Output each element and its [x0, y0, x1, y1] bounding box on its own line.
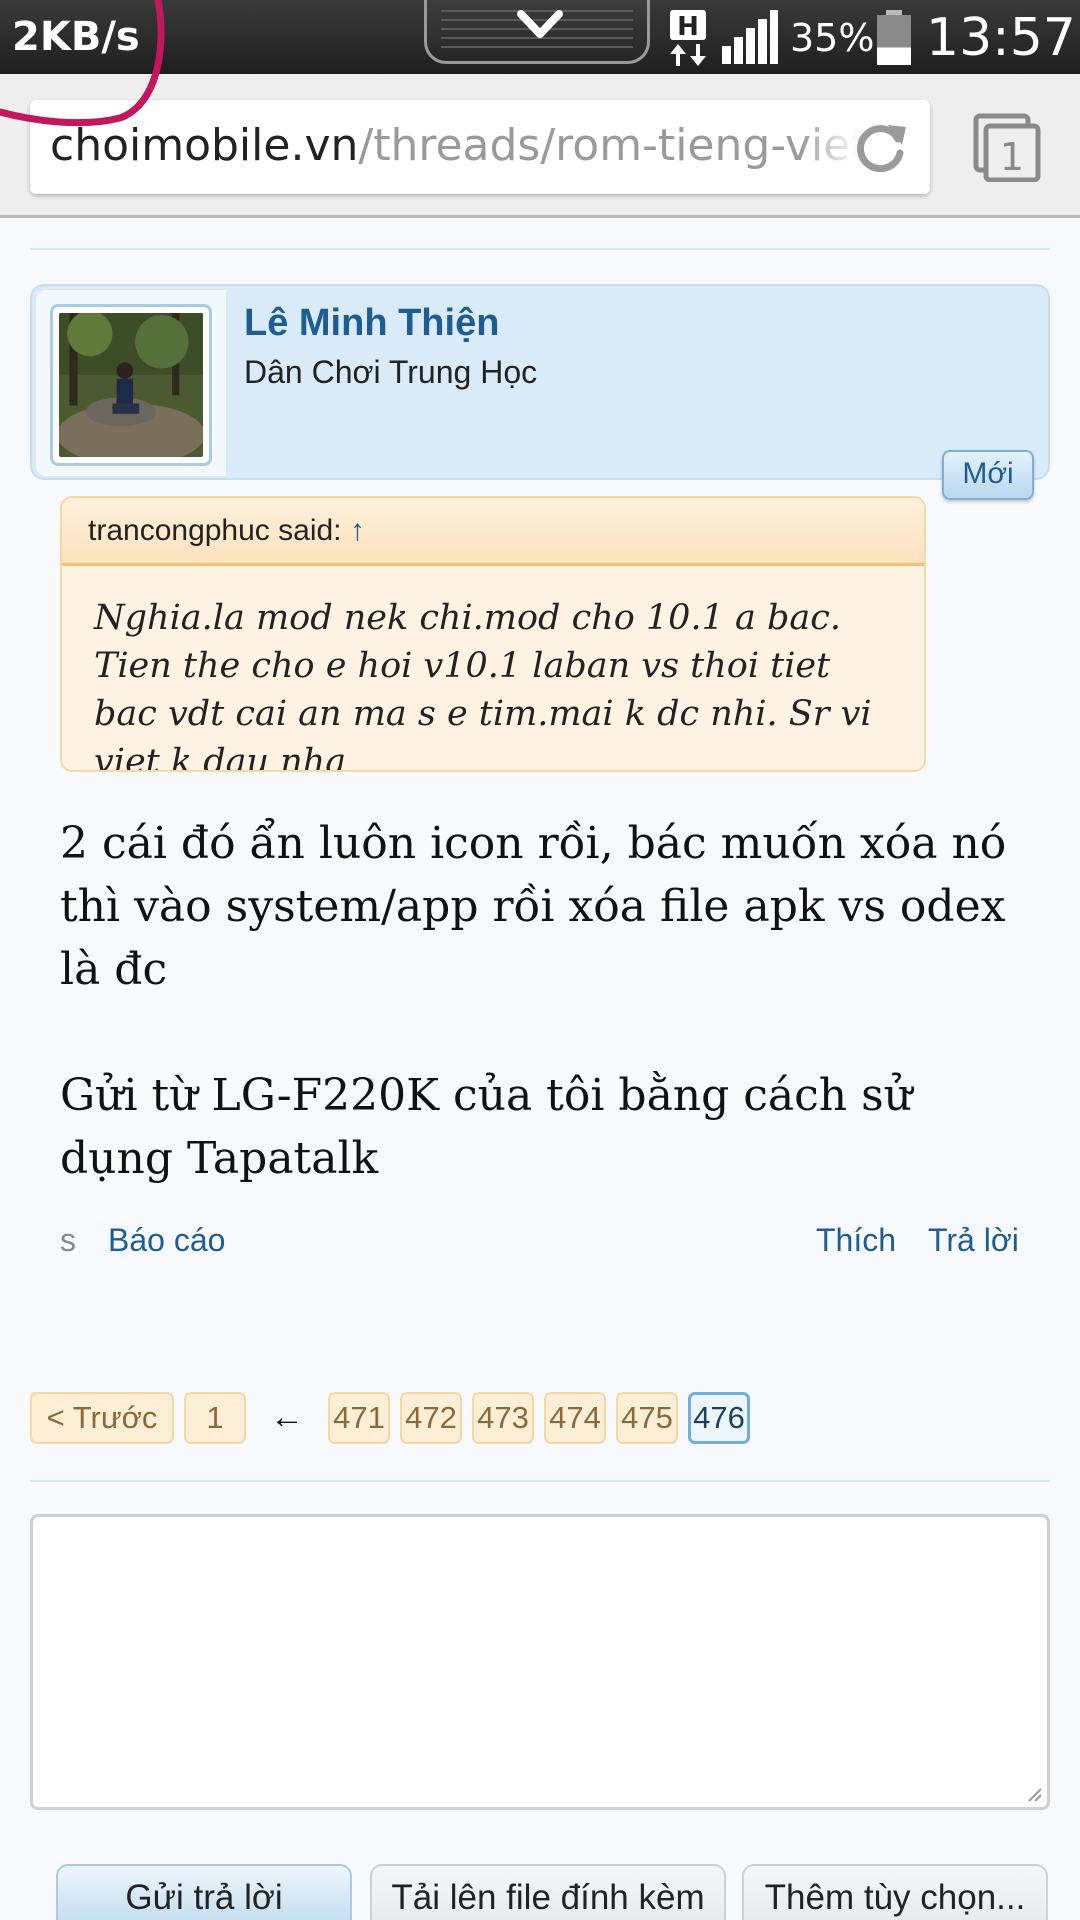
avatar-photo	[56, 310, 206, 466]
post-author-box: Lê Minh Thiện Dân Chơi Trung Học	[30, 284, 1050, 480]
author-title: Dân Chơi Trung Học	[244, 354, 538, 390]
reply-textarea[interactable]	[30, 1514, 1050, 1810]
pull-down-tab-icon[interactable]	[424, 0, 650, 64]
status-bar: 2KB/s H 35% 13:57	[0, 0, 1080, 74]
browser-toolbar: choimobile.vn/threads/rom-tieng-viet- 1	[0, 74, 1080, 218]
network-type-label: H	[677, 12, 699, 42]
report-link[interactable]: Báo cáo	[108, 1222, 225, 1259]
avatar-container	[36, 290, 226, 476]
reload-icon[interactable]	[852, 117, 912, 177]
page-button[interactable]: 474	[544, 1392, 606, 1444]
message-paragraph: 2 cái đó ẩn luôn icon rồi, bác muốn xóa …	[60, 818, 1007, 995]
post-meta-prefix: s	[60, 1222, 76, 1258]
address-bar[interactable]: choimobile.vn/threads/rom-tieng-viet-	[30, 100, 930, 194]
page-jump-arrow-icon[interactable]: ←	[270, 1398, 304, 1437]
signal-icon	[722, 10, 778, 64]
page-button[interactable]: 472	[400, 1392, 462, 1444]
post-actions: s Báo cáo Thích Trả lời	[60, 1222, 1020, 1262]
tabs-icon[interactable]: 1	[972, 112, 1042, 182]
page-button-first[interactable]: 1	[184, 1392, 246, 1444]
net-speed: 2KB/s	[12, 14, 140, 60]
reply-link[interactable]: Trả lời	[928, 1222, 1019, 1259]
more-options-button[interactable]: Thêm tùy chọn...	[742, 1864, 1048, 1920]
url-text: choimobile.vn/threads/rom-tieng-viet-	[50, 120, 883, 171]
resize-grip-icon[interactable]	[1025, 1785, 1043, 1803]
quote-jump-arrow-icon[interactable]: ↑	[350, 514, 365, 547]
clock: 13:57	[926, 8, 1076, 68]
url-domain: choimobile.vn	[50, 120, 359, 171]
battery-icon	[877, 10, 911, 65]
divider	[30, 248, 1050, 250]
post-message: 2 cái đó ẩn luôn icon rồi, bác muốn xóa …	[60, 812, 1020, 1253]
pagination: < Trước 1 ← 471 472 473 474 475 476	[30, 1392, 1050, 1444]
prev-page-button[interactable]: < Trước	[30, 1392, 174, 1444]
chevron-down-icon	[517, 10, 563, 38]
quote-author: trancongphuc said: ↑	[88, 514, 365, 548]
new-badge: Mới	[942, 450, 1034, 500]
tab-count: 1	[1000, 135, 1024, 179]
battery-percent: 35%	[790, 16, 875, 60]
page-button-current[interactable]: 476	[688, 1392, 750, 1444]
quote-text: Nghia.la mod nek chi.mod cho 10.1 a bac.…	[94, 598, 872, 772]
page-button[interactable]: 473	[472, 1392, 534, 1444]
like-link[interactable]: Thích	[816, 1222, 896, 1259]
submit-reply-button[interactable]: Gửi trả lời	[56, 1864, 352, 1920]
message-signature: Gửi từ LG-F220K của tôi bằng cách sử dụn…	[60, 1070, 913, 1184]
page-button[interactable]: 475	[616, 1392, 678, 1444]
quote-block: trancongphuc said: ↑ Nghia.la mod nek ch…	[60, 496, 926, 772]
divider	[30, 1480, 1050, 1482]
quote-header: trancongphuc said: ↑	[62, 498, 924, 566]
upload-attachment-button[interactable]: Tải lên file đính kèm	[370, 1864, 726, 1920]
app-root: 2KB/s H 35% 13:57 choimobile.vn/threads/…	[0, 0, 1080, 1920]
hspa-data-icon: H	[670, 10, 706, 66]
quote-author-label: trancongphuc said:	[88, 514, 342, 547]
author-name[interactable]: Lê Minh Thiện	[244, 302, 499, 345]
page-button[interactable]: 471	[328, 1392, 390, 1444]
avatar[interactable]	[50, 304, 212, 466]
